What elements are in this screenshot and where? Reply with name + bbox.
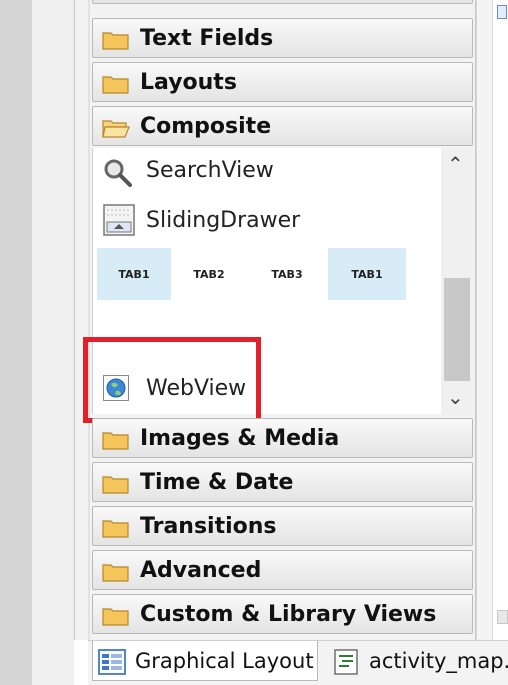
category-label: Advanced [140, 558, 262, 583]
folder-icon [102, 432, 129, 450]
xml-file-icon [334, 649, 358, 675]
folder-icon [102, 608, 129, 626]
left-light-pane [32, 0, 74, 685]
scroll-left-button[interactable] [497, 610, 508, 624]
palette-category-transitions[interactable]: Transitions [92, 506, 473, 546]
palette-category-images-media[interactable]: Images & Media [92, 418, 473, 458]
tabhost-tab-1[interactable]: TAB1 [97, 248, 171, 300]
widget-slidingdrawer[interactable]: SlidingDrawer [146, 208, 300, 233]
category-label: Text Fields [140, 26, 274, 51]
palette-category-composite[interactable]: Composite [92, 106, 473, 146]
scrollbar-thumb[interactable] [444, 278, 470, 381]
palette-category-text-fields[interactable]: Text Fields [92, 18, 473, 58]
folder-icon [102, 476, 129, 494]
tab-label-activity-map[interactable]: activity_map. [369, 649, 508, 673]
palette-category-partial[interactable] [92, 0, 473, 4]
palette-category-advanced[interactable]: Advanced [92, 550, 473, 590]
scroll-up-icon[interactable]: ⌃ [447, 152, 464, 176]
folder-icon [102, 32, 129, 50]
file-icon[interactable] [497, 5, 507, 19]
palette-category-custom-library-views[interactable]: Custom & Library Views [92, 594, 473, 634]
category-label: Custom & Library Views [140, 602, 437, 627]
widget-searchview[interactable]: SearchView [146, 158, 274, 183]
category-label: Time & Date [140, 470, 294, 495]
sliding-drawer-icon [103, 204, 135, 236]
panel-inner-border [88, 0, 90, 640]
folder-icon [102, 520, 129, 538]
category-label: Composite [140, 114, 272, 139]
palette-category-layouts[interactable]: Layouts [92, 62, 473, 102]
palette-category-time-date[interactable]: Time & Date [92, 462, 473, 502]
layout-icon [98, 649, 126, 675]
category-label: Layouts [140, 70, 237, 95]
folder-icon [102, 564, 129, 582]
tabhost-tab-2[interactable]: TAB2 [172, 248, 246, 300]
folder-open-icon [102, 120, 130, 138]
category-label: Transitions [140, 514, 277, 539]
search-icon [104, 159, 132, 187]
tabhost-tab-3[interactable]: TAB3 [250, 248, 324, 300]
scroll-down-icon[interactable]: ⌄ [447, 385, 464, 409]
highlight-box [83, 337, 261, 423]
tabhost-tab-4[interactable]: TAB1 [328, 248, 406, 300]
left-gray-pane [0, 0, 32, 685]
folder-icon [102, 76, 129, 94]
category-label: Images & Media [140, 426, 340, 451]
editor-edge [492, 0, 508, 640]
tab-label-graphical-layout: Graphical Layout [135, 649, 314, 673]
